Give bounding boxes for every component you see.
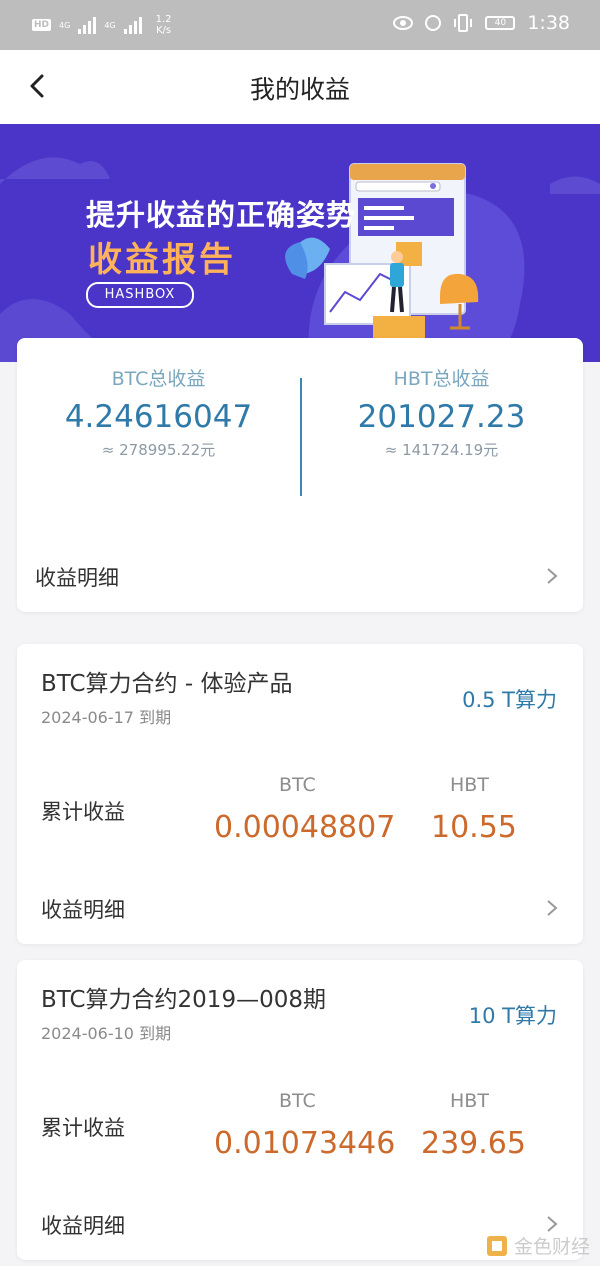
- battery-icon: 40: [485, 16, 516, 30]
- contract-hashpower: 0.5 T算力: [462, 688, 557, 712]
- chevron-right-icon: [547, 1216, 558, 1232]
- btc-total-label: BTC总收益: [111, 368, 206, 390]
- earnings-detail-link[interactable]: 收益明细: [17, 552, 583, 600]
- hbt-total-column: HBT总收益 201027.23 ≈ 141724.19元: [300, 364, 583, 460]
- earnings-detail-label: 收益明细: [35, 566, 119, 590]
- status-right: 40 1:38: [393, 12, 570, 34]
- hbt-column-header: HBT: [450, 774, 489, 796]
- hbt-total-value: 201027.23: [357, 399, 526, 435]
- page-title: 我的收益: [249, 75, 350, 104]
- contract-expiry-date: 2024-06-17 到期: [41, 708, 172, 727]
- accumulated-earnings-label: 累计收益: [41, 1116, 125, 1140]
- watermark-text: 金色财经: [513, 1236, 590, 1258]
- clock-time: 1:38: [527, 12, 570, 34]
- btc-earnings-value: 0.01073446: [214, 1126, 396, 1161]
- banner-subtitle: 收益报告: [88, 240, 236, 280]
- btc-column-header: BTC: [279, 774, 316, 796]
- hd-badge: HD: [32, 19, 52, 31]
- btc-total-value: 4.24616047: [64, 399, 253, 435]
- contract-detail-label: 收益明细: [41, 1214, 125, 1238]
- network-speed: 1.2 K/s: [156, 14, 172, 36]
- total-earnings-card: BTC总收益 4.24616047 ≈ 278995.22元 HBT总收益 20…: [17, 338, 583, 612]
- hbt-column-header: HBT: [450, 1090, 489, 1112]
- promo-banner[interactable]: 提升收益的正确姿势 收益报告 HASHBOX: [0, 124, 600, 362]
- btc-total-approx: ≈ 278995.22元: [101, 441, 216, 459]
- alarm-icon: [425, 15, 442, 31]
- eye-icon: [393, 16, 414, 30]
- contract-card: BTC算力合约 - 体验产品 2024-06-17 到期 0.5 T算力 累计收…: [17, 644, 583, 944]
- signal-icon: [78, 16, 97, 34]
- contract-detail-link[interactable]: 收益明细: [17, 884, 583, 932]
- network-type-1: 4G: [59, 20, 71, 30]
- contract-card: BTC算力合约2019—008期 2024-06-10 到期 10 T算力 累计…: [17, 960, 583, 1260]
- hbt-total-approx: ≈ 141724.19元: [384, 441, 499, 459]
- accumulated-earnings-label: 累计收益: [41, 800, 125, 824]
- contract-name: BTC算力合约2019—008期: [41, 987, 326, 1013]
- hbt-earnings-value: 10.55: [431, 810, 517, 845]
- chevron-right-icon: [547, 568, 558, 584]
- network-type-2: 4G: [104, 20, 116, 30]
- banner-brand-pill: HASHBOX: [86, 282, 194, 308]
- contract-detail-label: 收益明细: [41, 898, 125, 922]
- contract-expiry-date: 2024-06-10 到期: [41, 1024, 172, 1043]
- btc-total-column: BTC总收益 4.24616047 ≈ 278995.22元: [17, 364, 300, 460]
- watermark: 金色财经: [486, 1232, 590, 1259]
- chevron-right-icon: [547, 900, 558, 916]
- hbt-total-label: HBT总收益: [393, 368, 490, 390]
- status-bar: HD 4G 4G 1.2 K/s 40 1:38: [0, 0, 600, 50]
- btc-earnings-value: 0.00048807: [214, 810, 396, 845]
- hbt-earnings-value: 239.65: [421, 1126, 526, 1161]
- status-left: HD 4G 4G 1.2 K/s: [32, 14, 172, 36]
- vibrate-icon: [454, 14, 473, 32]
- watermark-logo-icon: [486, 1235, 507, 1256]
- signal-icon: [123, 16, 142, 34]
- banner-headline: 提升收益的正确姿势: [86, 198, 357, 232]
- btc-column-header: BTC: [279, 1090, 316, 1112]
- contract-hashpower: 10 T算力: [468, 1004, 557, 1028]
- nav-bar: 我的收益: [0, 50, 600, 124]
- speed-unit: K/s: [155, 25, 172, 36]
- speed-value: 1.2: [155, 14, 172, 25]
- contract-name: BTC算力合约 - 体验产品: [41, 671, 293, 697]
